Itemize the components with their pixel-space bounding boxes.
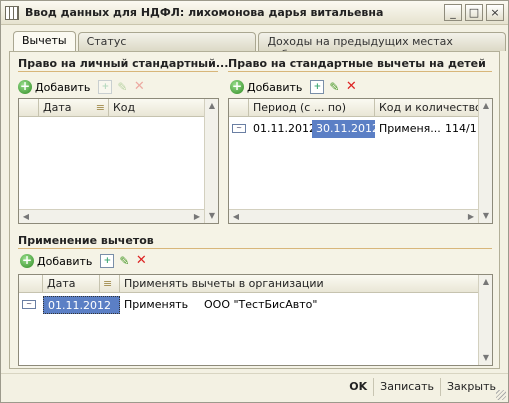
vertical-scrollbar[interactable]: ▲ ▼ (478, 275, 492, 365)
copy-icon[interactable]: + (98, 80, 113, 94)
icon-column-header (229, 99, 249, 117)
scroll-down-icon[interactable]: ▼ (205, 209, 218, 223)
icon-column-header (19, 99, 39, 117)
period-from-cell[interactable]: 01.11.2012 (249, 120, 312, 138)
children-table[interactable]: Период (с ... по) Код и количество ~ 01.… (228, 98, 493, 224)
ok-button[interactable]: OK (343, 378, 373, 396)
table-header: Дата ≡ Код (19, 99, 206, 117)
children-add-button[interactable]: + Добавить (230, 80, 302, 94)
section-divider (18, 248, 492, 249)
application-section-title: Применение вычетов (18, 234, 154, 247)
horizontal-scrollbar[interactable]: ◀ ▶ (229, 209, 478, 223)
column-header-code[interactable]: Код (109, 99, 206, 117)
copy-icon[interactable]: + (310, 80, 325, 94)
window-title: Ввод данных для НДФЛ: лихомонова дарья в… (25, 6, 384, 19)
resize-grip-icon[interactable] (496, 390, 506, 400)
horizontal-scrollbar[interactable]: ◀ ▶ (19, 209, 204, 223)
application-toolbar: + Добавить + ✎ ✕ (20, 252, 151, 270)
personal-section-title: Право на личный стандартный... (18, 57, 229, 70)
copy-icon[interactable]: + (100, 254, 115, 268)
close-window-button[interactable]: × (486, 4, 504, 21)
code-cell[interactable]: Применя... (375, 120, 441, 138)
table-icon (5, 5, 19, 20)
close-button[interactable]: Закрыть (440, 377, 502, 396)
column-header-code-count[interactable]: Код и количество (375, 99, 480, 117)
add-icon: + (230, 79, 244, 94)
tab-deductions[interactable]: Вычеты (13, 31, 76, 52)
delete-icon[interactable]: ✕ (134, 254, 148, 268)
date-cell[interactable]: 01.11.2012 (43, 296, 120, 314)
personal-add-button[interactable]: + Добавить (18, 80, 90, 94)
section-divider (18, 71, 218, 72)
dialog-footer: OK Записать Закрыть (1, 373, 508, 399)
vertical-scrollbar[interactable]: ▲ ▼ (478, 99, 492, 223)
add-icon: + (18, 79, 32, 94)
table-row[interactable]: ~ 01.11.2012 30.11.2012 Применя... 114/1 (229, 120, 480, 138)
table-header: Дата ≡ Применять вычеты в организации (19, 275, 480, 293)
scroll-left-icon[interactable]: ◀ (19, 210, 33, 223)
minimize-button[interactable]: _ (444, 4, 462, 21)
children-section-title: Право на стандартные вычеты на детей (228, 57, 486, 70)
scroll-up-icon[interactable]: ▲ (479, 99, 492, 113)
scroll-down-icon[interactable]: ▼ (479, 351, 492, 365)
scroll-right-icon[interactable]: ▶ (464, 210, 478, 223)
row-icon-cell: ~ (229, 120, 249, 138)
edit-icon[interactable]: ✎ (115, 80, 129, 94)
application-add-button[interactable]: + Добавить (20, 254, 92, 268)
column-header-period[interactable]: Период (с ... по) (249, 99, 375, 117)
apply-mode-cell[interactable]: Применять (120, 296, 200, 314)
row-record-icon: ~ (22, 300, 36, 309)
children-toolbar: + Добавить + ✎ ✕ (230, 78, 361, 96)
vertical-scrollbar[interactable]: ▲ ▼ (204, 99, 218, 223)
tab-taxpayer-status[interactable]: Статус налогоплательщика (77, 32, 257, 61)
row-icon-cell: ~ (19, 296, 43, 314)
dialog-window: Ввод данных для НДФЛ: лихомонова дарья в… (0, 0, 509, 403)
scroll-up-icon[interactable]: ▲ (205, 99, 218, 113)
scroll-right-icon[interactable]: ▶ (190, 210, 204, 223)
edit-icon[interactable]: ✎ (117, 254, 131, 268)
personal-toolbar: + Добавить + ✎ ✕ (18, 78, 149, 96)
title-bar[interactable]: Ввод данных для НДФЛ: лихомонова дарья в… (1, 1, 508, 25)
scroll-down-icon[interactable]: ▼ (479, 209, 492, 223)
section-divider (228, 71, 492, 72)
column-sort-cell: ≡ (100, 275, 120, 293)
column-label: Дата (43, 101, 72, 114)
row-record-icon: ~ (232, 124, 246, 133)
table-row[interactable]: ~ 01.11.2012 Применять ООО "ТестБисАвто" (19, 296, 480, 314)
add-label: Добавить (37, 254, 93, 268)
add-label: Добавить (247, 80, 303, 94)
scroll-left-icon[interactable]: ◀ (229, 210, 243, 223)
column-header-date[interactable]: Дата ≡ (39, 99, 109, 117)
column-header-apply-in-org[interactable]: Применять вычеты в организации (120, 275, 480, 293)
deductions-panel: Право на личный стандартный... + Добавит… (9, 51, 500, 369)
delete-icon[interactable]: ✕ (132, 80, 146, 94)
tab-previous-income[interactable]: Доходы на предыдущих местах работы (258, 32, 506, 61)
save-button[interactable]: Записать (373, 377, 440, 396)
icon-column-header (19, 275, 43, 293)
edit-icon[interactable]: ✎ (327, 80, 341, 94)
application-table[interactable]: Дата ≡ Применять вычеты в организации ~ … (18, 274, 493, 366)
sort-icon: ≡ (95, 101, 105, 114)
personal-table[interactable]: Дата ≡ Код ▲ ▼ ◀ ▶ (18, 98, 219, 224)
count-cell[interactable]: 114/1 (441, 120, 480, 138)
period-to-cell[interactable]: 30.11.2012 (312, 120, 375, 138)
sort-icon: ≡ (103, 277, 113, 290)
add-icon: + (20, 253, 34, 268)
table-header: Период (с ... по) Код и количество (229, 99, 480, 117)
delete-icon[interactable]: ✕ (344, 80, 358, 94)
scroll-up-icon[interactable]: ▲ (479, 275, 492, 289)
organization-cell[interactable]: ООО "ТестБисАвто" (200, 296, 480, 314)
column-header-date[interactable]: Дата (43, 275, 100, 293)
maximize-button[interactable]: □ (465, 4, 483, 21)
tab-strip: Вычеты Статус налогоплательщика Доходы н… (13, 31, 508, 61)
add-label: Добавить (35, 80, 91, 94)
